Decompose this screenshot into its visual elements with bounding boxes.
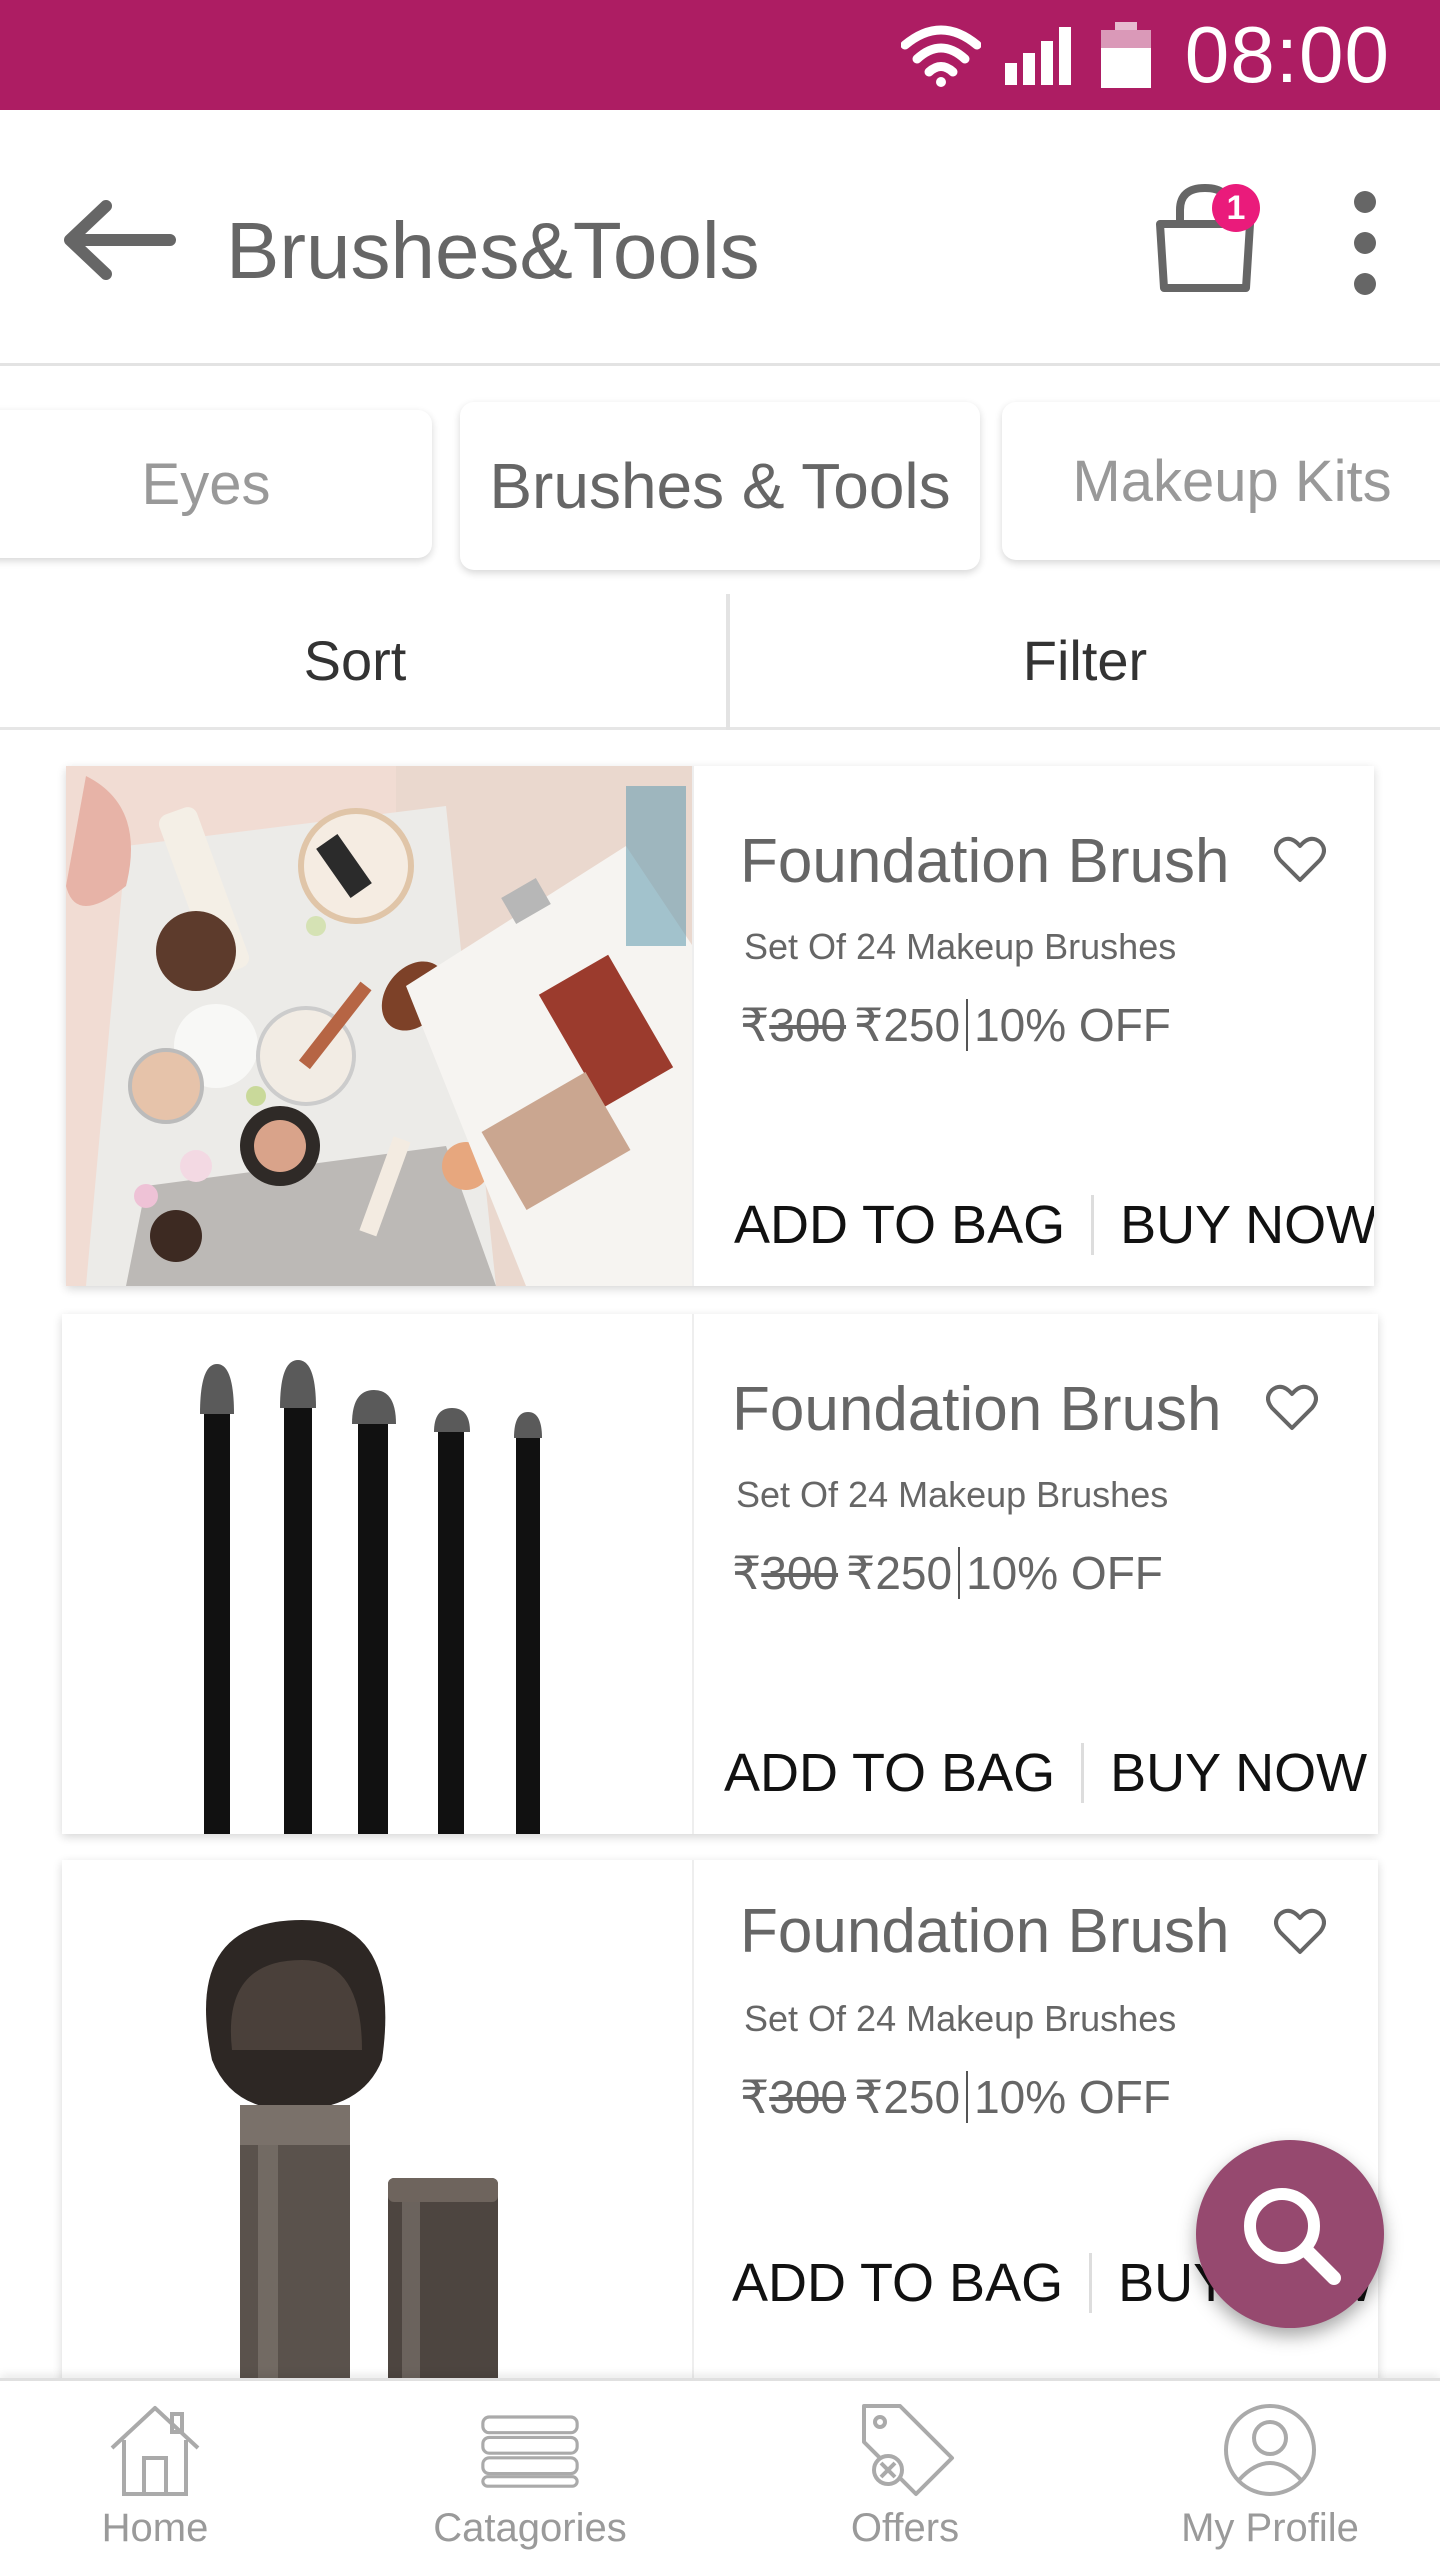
price-divider	[966, 999, 969, 1051]
product-name[interactable]: Foundation Brush	[740, 1896, 1229, 1967]
cart-count-badge: 1	[1212, 184, 1260, 232]
currency-symbol: ₹	[740, 999, 770, 1051]
app-screen: 08:00 Brushes&Tools 1 Eyes Brushes & Too…	[0, 0, 1440, 2560]
discount-label: 10% OFF	[974, 999, 1171, 1051]
heart-icon[interactable]	[1274, 1908, 1326, 1956]
divider	[1081, 1743, 1085, 1803]
page-title: Brushes&Tools	[226, 206, 760, 295]
more-vert-icon[interactable]	[1345, 188, 1385, 298]
price-divider	[966, 2071, 969, 2123]
add-to-bag-button[interactable]: ADD TO BAG	[732, 2252, 1063, 2314]
sort-button[interactable]: Sort	[0, 590, 710, 730]
profile-icon	[1224, 2404, 1316, 2496]
search-icon	[1244, 2188, 1341, 2285]
buy-now-button[interactable]: BUY NOW	[1120, 1194, 1374, 1256]
product-name[interactable]: Foundation Brush	[740, 826, 1229, 897]
price-divider	[958, 1547, 961, 1599]
discount-label: 10% OFF	[966, 1547, 1163, 1599]
new-price: 250	[883, 2071, 961, 2123]
tab-eyes[interactable]: Eyes	[0, 410, 432, 558]
tab-makeup-kits[interactable]: Makeup Kits	[1002, 402, 1440, 560]
nav-label: Offers	[850, 2506, 960, 2550]
app-bar: Brushes&Tools 1	[0, 110, 1440, 366]
buy-now-button[interactable]: BUY NOW	[1110, 1742, 1367, 1804]
sort-label: Sort	[303, 628, 407, 692]
nav-home[interactable]: Home	[60, 2381, 250, 2560]
tab-brushes-tools[interactable]: Brushes & Tools	[460, 402, 980, 570]
product-description: Set Of 24 Makeup Brushes	[744, 1998, 1177, 2039]
filter-button[interactable]: Filter	[730, 590, 1440, 730]
filter-label: Filter	[1022, 628, 1148, 692]
product-info: Foundation Brush Set Of 24 Makeup Brushe…	[692, 766, 1374, 1286]
nav-label: My Profile	[1181, 2506, 1359, 2550]
currency-symbol: ₹	[854, 2071, 884, 2123]
product-card[interactable]: Foundation Brush Set Of 24 Makeup Brushe…	[62, 1314, 1378, 1834]
new-price: 250	[883, 999, 961, 1051]
new-price: 250	[875, 1547, 953, 1599]
divider	[1089, 2253, 1093, 2313]
product-image[interactable]	[62, 1314, 692, 1834]
battery-icon	[1100, 22, 1151, 88]
product-actions: ADD TO BAG BUY NOW	[724, 1742, 1367, 1804]
heart-icon[interactable]	[1274, 836, 1326, 884]
product-actions: ADD TO BAG BUY NOW	[734, 1194, 1374, 1256]
tab-label: Eyes	[141, 451, 271, 517]
back-arrow-icon[interactable]	[60, 200, 180, 280]
tab-label: Makeup Kits	[1072, 448, 1392, 514]
currency-symbol: ₹	[846, 1547, 876, 1599]
add-to-bag-button[interactable]: ADD TO BAG	[724, 1742, 1055, 1804]
nav-offers[interactable]: Offers	[810, 2381, 1000, 2560]
tab-label: Brushes & Tools	[489, 450, 951, 522]
status-time: 08:00	[1184, 10, 1390, 99]
product-card[interactable]: Foundation Brush Set Of 24 Makeup Brushe…	[62, 1860, 1378, 2400]
sort-filter-bar: Sort Filter	[0, 590, 1440, 730]
old-price: 300	[761, 1547, 839, 1599]
product-description: Set Of 24 Makeup Brushes	[744, 926, 1177, 967]
home-icon	[110, 2406, 200, 2496]
product-price: ₹300 ₹250 10% OFF	[740, 2070, 1171, 2124]
product-info: Foundation Brush Set Of 24 Makeup Brushe…	[692, 1314, 1378, 1834]
product-price: ₹300 ₹250 10% OFF	[732, 1546, 1163, 1600]
divider	[1091, 1195, 1095, 1255]
category-tabs: Eyes Brushes & Tools Makeup Kits	[0, 380, 1440, 590]
bottom-navigation: Home Catagories Offers My Profile	[0, 2378, 1440, 2560]
discount-label: 10% OFF	[974, 2071, 1171, 2123]
currency-symbol: ₹	[732, 1547, 762, 1599]
offers-tag-icon	[862, 2404, 954, 2496]
search-fab-button[interactable]	[1196, 2140, 1384, 2328]
product-card[interactable]: Foundation Brush Set Of 24 Makeup Brushe…	[66, 766, 1374, 1286]
heart-icon[interactable]	[1266, 1384, 1318, 1432]
currency-symbol: ₹	[854, 999, 884, 1051]
product-description: Set Of 24 Makeup Brushes	[736, 1474, 1169, 1515]
currency-symbol: ₹	[740, 2071, 770, 2123]
add-to-bag-button[interactable]: ADD TO BAG	[734, 1194, 1065, 1256]
old-price: 300	[769, 2071, 847, 2123]
product-name[interactable]: Foundation Brush	[732, 1374, 1221, 1445]
product-image[interactable]	[62, 1860, 692, 2400]
wifi-icon	[900, 25, 981, 87]
product-image[interactable]	[66, 766, 692, 1286]
product-price: ₹300 ₹250 10% OFF	[740, 998, 1171, 1052]
signal-icon	[1004, 27, 1071, 85]
nav-categories[interactable]: Catagories	[420, 2381, 640, 2560]
nav-label: Home	[101, 2506, 209, 2550]
status-bar: 08:00	[0, 0, 1440, 110]
nav-label: Catagories	[433, 2506, 627, 2550]
categories-icon	[481, 2415, 579, 2488]
nav-my-profile[interactable]: My Profile	[1160, 2381, 1380, 2560]
old-price: 300	[769, 999, 847, 1051]
